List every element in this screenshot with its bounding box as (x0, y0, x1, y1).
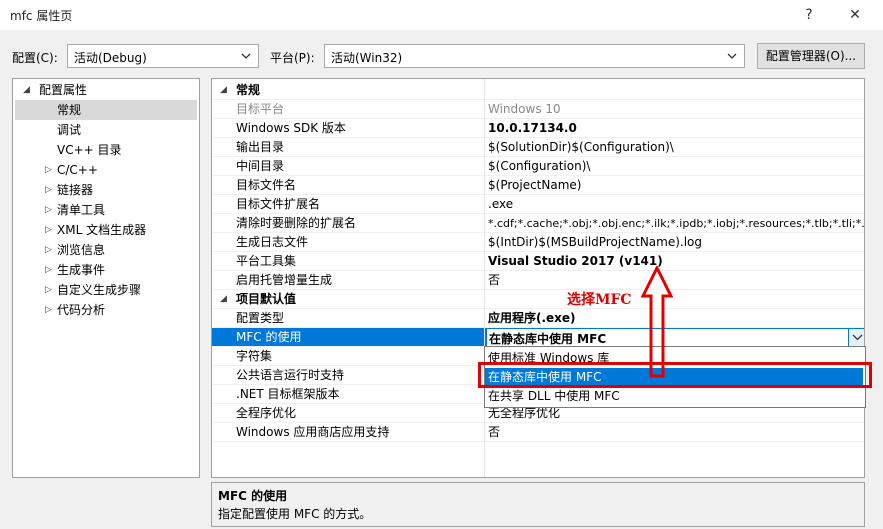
section-general-label: 常规 (236, 83, 261, 97)
close-button[interactable]: ✕ (845, 5, 865, 25)
property-row[interactable]: 目标文件名 $(ProjectName) (212, 176, 864, 195)
annotation-text: 选择MFC (567, 292, 632, 308)
config-manager-button[interactable]: 配置管理器(O)... (757, 43, 865, 69)
property-value: .exe (488, 197, 514, 211)
dropdown-option-shared-dll-mfc[interactable]: 在共享 DLL 中使用 MFC (485, 387, 863, 405)
collapsed-triangle-icon[interactable]: ▷ (45, 165, 52, 175)
description-text: 指定配置使用 MFC 的方式。 (218, 507, 372, 521)
tree-item-manifest-tool[interactable]: 清单工具 (57, 200, 105, 220)
collapsed-triangle-icon[interactable]: ▷ (45, 225, 52, 235)
property-name: MFC 的使用 (236, 330, 302, 344)
property-value: 否 (488, 273, 501, 287)
tree-item-custom-build-step[interactable]: 自定义生成步骤 (57, 280, 141, 300)
tree-item-build-events[interactable]: 生成事件 (57, 260, 105, 280)
property-value: $(Configuration)\ (488, 159, 591, 173)
property-name: .NET 目标框架版本 (236, 387, 340, 401)
property-row[interactable]: 输出目录 $(SolutionDir)$(Configuration)\ (212, 138, 864, 157)
highlight-box (478, 362, 872, 388)
property-value: $(IntDir)$(MSBuildProjectName).log (488, 235, 703, 249)
tree-root-config-properties[interactable]: 配置属性 (39, 80, 87, 100)
property-grid: ◢ 常规 目标平台 Windows 10 Windows SDK 版本 10.0… (211, 78, 865, 478)
config-select-value: 活动(Debug) (74, 51, 147, 65)
property-row[interactable]: 目标平台 Windows 10 (212, 100, 864, 119)
mfc-usage-combo-value: 在静态库中使用 MFC (489, 332, 607, 346)
property-row[interactable]: Windows 应用商店应用支持 否 (212, 423, 864, 442)
property-value: $(ProjectName) (488, 178, 582, 192)
collapsed-triangle-icon[interactable]: ▷ (45, 185, 52, 195)
property-value: 否 (488, 425, 501, 439)
property-row[interactable]: 目标文件扩展名 .exe (212, 195, 864, 214)
tree-item-cpp[interactable]: C/C++ (57, 160, 98, 180)
red-arrow-icon (640, 266, 674, 378)
section-project-defaults[interactable]: ◢ 项目默认值 (212, 290, 864, 309)
chevron-down-icon (241, 53, 251, 59)
tree-item-debugging[interactable]: 调试 (57, 120, 81, 140)
tree-item-vc-directories[interactable]: VC++ 目录 (57, 140, 122, 160)
chevron-down-icon (727, 53, 737, 59)
property-name: 目标文件名 (236, 178, 297, 192)
mfc-usage-combo[interactable]: 在静态库中使用 MFC (486, 328, 864, 347)
property-name: 目标平台 (236, 102, 285, 116)
column-divider[interactable] (484, 79, 485, 477)
property-name: 清除时要删除的扩展名 (236, 216, 357, 230)
property-name: 公共语言运行时支持 (236, 368, 345, 382)
description-title: MFC 的使用 (218, 489, 288, 503)
property-row[interactable]: 启用托管增量生成 否 (212, 271, 864, 290)
property-value: Visual Studio 2017 (v141) (488, 254, 663, 268)
property-row[interactable]: 中间目录 $(Configuration)\ (212, 157, 864, 176)
tree-panel: ◢ 配置属性 常规 调试 VC++ 目录 ▷ C/C++ ▷ 链接器 ▷ 清单工… (12, 78, 200, 478)
config-label: 配置(C): (12, 51, 58, 65)
chevron-down-icon (852, 334, 863, 341)
collapsed-triangle-icon[interactable]: ▷ (45, 245, 52, 255)
property-name: Windows 应用商店应用支持 (236, 425, 390, 439)
window-title: mfc 属性页 (10, 9, 73, 23)
property-name: 目标文件扩展名 (236, 197, 321, 211)
property-name: 输出目录 (236, 140, 285, 154)
title-bar (0, 0, 883, 30)
expanded-triangle-icon[interactable]: ◢ (23, 85, 30, 95)
property-name: 字符集 (236, 349, 273, 363)
tree-item-code-analysis[interactable]: 代码分析 (57, 300, 105, 320)
tree-item-linker[interactable]: 链接器 (57, 180, 93, 200)
expanded-triangle-icon: ◢ (220, 294, 227, 304)
property-value: *.cdf;*.cache;*.obj;*.obj.enc;*.ilk;*.ip… (488, 217, 864, 230)
property-row[interactable]: 清除时要删除的扩展名 *.cdf;*.cache;*.obj;*.obj.enc… (212, 214, 864, 233)
property-value: 10.0.17134.0 (488, 121, 577, 135)
property-row[interactable]: 配置类型 应用程序(.exe) (212, 309, 864, 328)
section-general[interactable]: ◢ 常规 (212, 81, 864, 100)
config-select[interactable]: 活动(Debug) (67, 44, 259, 68)
collapsed-triangle-icon[interactable]: ▷ (45, 265, 52, 275)
expanded-triangle-icon: ◢ (220, 85, 227, 95)
property-name: 配置类型 (236, 311, 285, 325)
property-value: Windows 10 (488, 102, 561, 116)
help-button[interactable]: ? (799, 5, 819, 25)
property-name: 平台工具集 (236, 254, 297, 268)
tree-item-general[interactable]: 常规 (15, 100, 197, 120)
platform-label: 平台(P): (270, 51, 315, 65)
collapsed-triangle-icon[interactable]: ▷ (45, 305, 52, 315)
property-value: $(SolutionDir)$(Configuration)\ (488, 140, 674, 154)
collapsed-triangle-icon[interactable]: ▷ (45, 285, 52, 295)
property-row[interactable]: Windows SDK 版本 10.0.17134.0 (212, 119, 864, 138)
platform-select-value: 活动(Win32) (331, 51, 403, 65)
property-name: 生成日志文件 (236, 235, 309, 249)
description-panel: MFC 的使用 指定配置使用 MFC 的方式。 (211, 482, 865, 527)
tree-item-browse-info[interactable]: 浏览信息 (57, 240, 105, 260)
property-name: Windows SDK 版本 (236, 121, 346, 135)
property-name: 启用托管增量生成 (236, 273, 333, 287)
collapsed-triangle-icon[interactable]: ▷ (45, 205, 52, 215)
platform-select[interactable]: 活动(Win32) (324, 44, 745, 68)
property-name: 中间目录 (236, 159, 285, 173)
property-row[interactable]: 平台工具集 Visual Studio 2017 (v141) (212, 252, 864, 271)
section-project-defaults-label: 项目默认值 (236, 292, 297, 306)
property-value: 应用程序(.exe) (488, 311, 576, 325)
property-row[interactable]: 生成日志文件 $(IntDir)$(MSBuildProjectName).lo… (212, 233, 864, 252)
dropdown-button[interactable] (848, 329, 864, 346)
property-name: 全程序优化 (236, 406, 297, 420)
tree-item-xml-doc-generator[interactable]: XML 文档生成器 (57, 220, 146, 240)
